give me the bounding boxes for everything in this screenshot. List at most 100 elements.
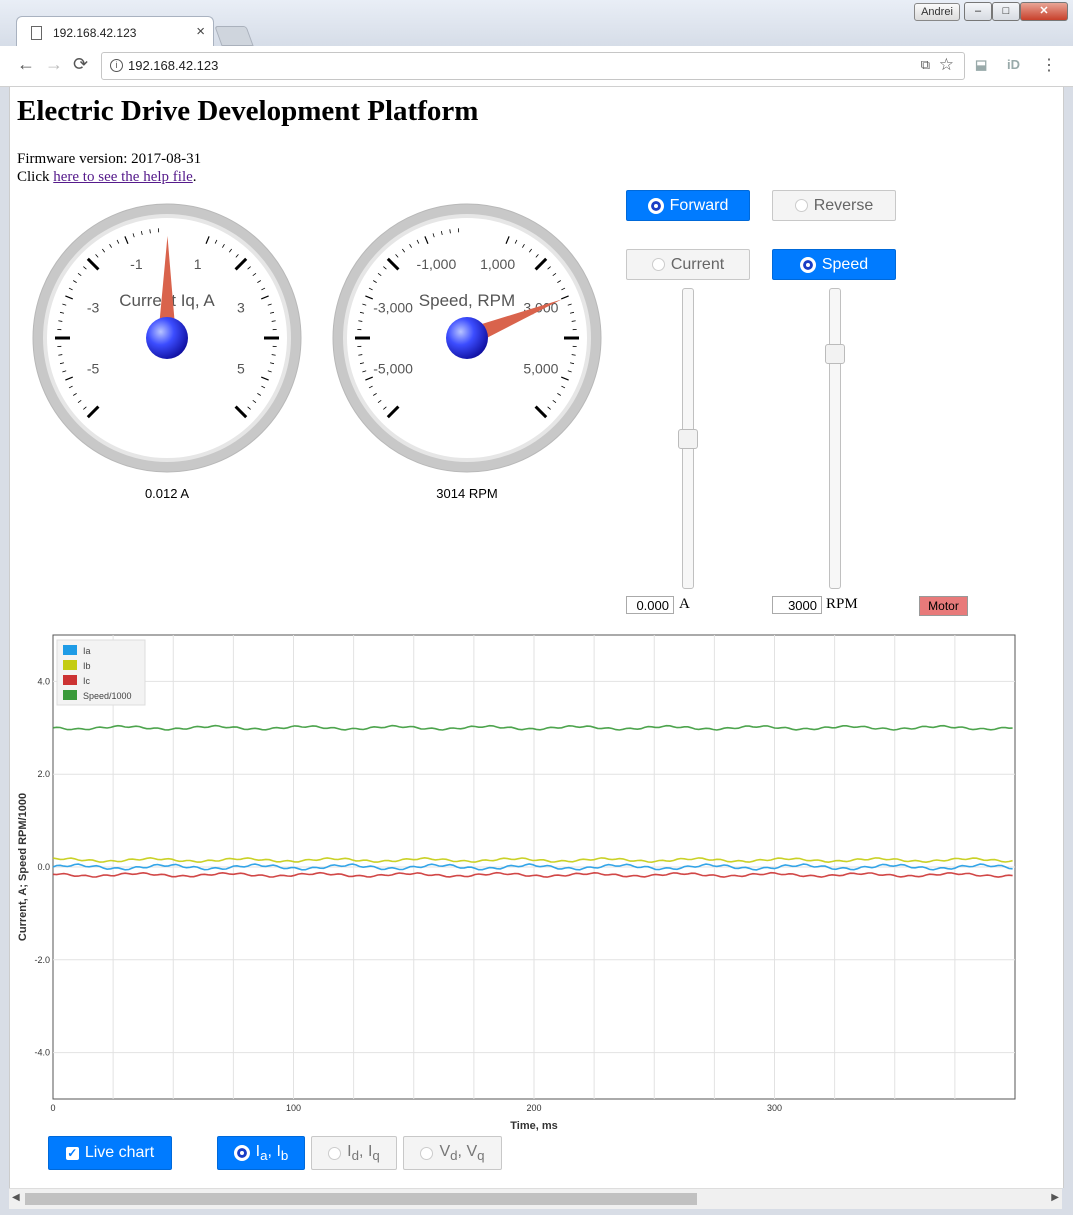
speed-setpoint-input[interactable]: [772, 596, 822, 614]
maximize-button[interactable]: □: [992, 2, 1020, 21]
y-tick-label: -2.0: [34, 955, 50, 965]
y-tick-label: 2.0: [37, 769, 50, 779]
speed-mode-button[interactable]: Speed: [772, 249, 896, 280]
radio-empty-icon: [420, 1146, 434, 1160]
current-mode-button[interactable]: Current: [626, 249, 750, 280]
window-close-button[interactable]: ✕: [1020, 2, 1068, 21]
translate-icon[interactable]: ⧉: [921, 57, 930, 73]
y-tick-label: 4.0: [37, 676, 50, 686]
idiq-label: Id, Iq: [347, 1143, 380, 1163]
scrollbar-thumb[interactable]: [25, 1193, 697, 1205]
idiq-mid: , I: [359, 1142, 373, 1160]
iaib-label: Ia, Ib: [256, 1143, 289, 1163]
y-tick-label: 0.0: [37, 862, 50, 872]
gauge-tick-label: -5,000: [373, 361, 413, 377]
browser-toolbar: ← → ⟳ i 192.168.42.123 ⧉ ☆ ⬓ iD ⋮: [0, 46, 1073, 87]
help-link[interactable]: here to see the help file: [53, 169, 193, 185]
gauge-tick-label: 3: [237, 299, 245, 315]
iaib-mid: , I: [267, 1142, 281, 1160]
x-tick-label: 200: [526, 1103, 541, 1113]
iaib-sub-a: a: [260, 1148, 268, 1164]
reload-icon[interactable]: ⟳: [73, 54, 88, 75]
current-setpoint-input[interactable]: [626, 596, 674, 614]
pdf-extension-icon[interactable]: ⬓: [975, 57, 987, 73]
radio-selected-icon: [799, 256, 816, 273]
page-title: Electric Drive Development Platform: [17, 95, 479, 127]
speed-gauge: -1,0001,000-3,0003,000-5,0005,000Speed, …: [332, 203, 602, 473]
minimize-button[interactable]: –: [964, 2, 992, 21]
vdvq-button[interactable]: Vd, Vq: [403, 1136, 502, 1170]
current-readout: 0.012 A: [144, 486, 190, 501]
browser-titlebar: 192.168.42.123 × Andrei – □ ✕: [0, 0, 1073, 49]
speed-readout: 3014 RPM: [436, 486, 498, 501]
help-prefix: Click: [17, 169, 54, 185]
new-tab-button[interactable]: [214, 26, 254, 46]
y-axis-label: Current, A; Speed RPM/1000: [17, 793, 29, 941]
address-bar[interactable]: i 192.168.42.123 ⧉ ☆: [101, 52, 965, 80]
info-icon[interactable]: i: [110, 59, 123, 72]
live-chart-label: Live chart: [84, 1144, 155, 1161]
gauge-tick-label: -1: [130, 256, 143, 272]
motor-button[interactable]: Motor: [919, 596, 968, 616]
vdvq-main: V: [439, 1142, 451, 1160]
x-tick-label: 100: [286, 1103, 301, 1113]
back-arrow-icon[interactable]: ←: [17, 54, 35, 75]
extension-id-icon[interactable]: iD: [1007, 57, 1020, 72]
gauge-tick-label: 5: [237, 361, 245, 377]
scroll-right-icon[interactable]: ▶: [1051, 1192, 1059, 1203]
forward-arrow-icon[interactable]: →: [45, 54, 63, 75]
gauge-tick-label: 1: [194, 256, 202, 272]
speed-unit: RPM: [826, 596, 858, 612]
vdvq-sub-q: q: [477, 1148, 485, 1164]
speed-slider[interactable]: [829, 288, 841, 589]
address-url[interactable]: 192.168.42.123: [128, 58, 218, 73]
legend-label: Ic: [83, 676, 91, 686]
document-icon: [31, 26, 42, 40]
current-slider-handle[interactable]: [678, 428, 698, 449]
iaib-button[interactable]: Ia, Ib: [217, 1136, 305, 1170]
legend-label: Ia: [83, 646, 91, 656]
help-line: Click here to see the help file.: [17, 169, 197, 186]
radio-selected-icon: [647, 197, 664, 214]
forward-label: Forward: [669, 196, 729, 214]
x-tick-label: 0: [50, 1103, 55, 1113]
legend-swatch: [63, 690, 77, 700]
live-chart-toggle[interactable]: ✓ Live chart: [48, 1136, 172, 1170]
forward-button[interactable]: Forward: [626, 190, 750, 221]
browser-menu-icon[interactable]: ⋮: [1041, 55, 1057, 75]
reverse-button[interactable]: Reverse: [772, 190, 896, 221]
legend-swatch: [63, 660, 77, 670]
gauge-knob: [446, 317, 488, 359]
current-unit: A: [679, 596, 690, 612]
chart-legend: Ia Ib Ic Speed/1000: [56, 639, 146, 706]
profile-button[interactable]: Andrei: [914, 3, 960, 21]
gauge-tick-label: -3: [87, 299, 100, 315]
radio-empty-icon: [328, 1146, 342, 1160]
page-content: Electric Drive Development Platform Firm…: [9, 87, 1064, 1188]
tab-close-icon[interactable]: ×: [196, 23, 205, 40]
gauge-tick-label: -1,000: [417, 256, 457, 272]
current-gauge: -1 1-3 3-5 5Current Iq, A: [32, 203, 302, 473]
vdvq-sub-d: d: [450, 1148, 458, 1164]
idiq-button[interactable]: Id, Iq: [311, 1136, 397, 1170]
live-chart: 0 100 200 300 4.0 2.0 0.0 -2.0 -4.0 Time, ms Curre…: [17, 634, 1016, 1132]
scroll-left-icon[interactable]: ◀: [12, 1192, 20, 1203]
speed-slider-handle[interactable]: [825, 344, 845, 365]
gauge-knob: [146, 317, 188, 359]
bookmark-star-icon[interactable]: ☆: [939, 55, 954, 75]
horizontal-scrollbar[interactable]: ◀ ▶: [9, 1188, 1062, 1209]
radio-selected-icon: [233, 1145, 250, 1161]
tab-title: 192.168.42.123: [53, 26, 137, 40]
speed-mode-label: Speed: [821, 255, 869, 273]
current-mode-label: Current: [670, 255, 725, 273]
gauge-tick-label: -3,000: [373, 299, 413, 315]
checkbox-checked-icon: ✓: [65, 1145, 79, 1160]
iaib-sub-b: b: [280, 1148, 289, 1164]
idiq-sub-d: d: [351, 1148, 360, 1164]
gauge-tick-label: -5: [87, 361, 100, 377]
browser-tab[interactable]: 192.168.42.123 ×: [16, 16, 214, 49]
help-suffix: .: [192, 169, 197, 185]
gauge-title: Speed, RPM: [419, 291, 515, 310]
legend-label: Ib: [83, 661, 91, 671]
x-tick-label: 300: [767, 1103, 782, 1113]
